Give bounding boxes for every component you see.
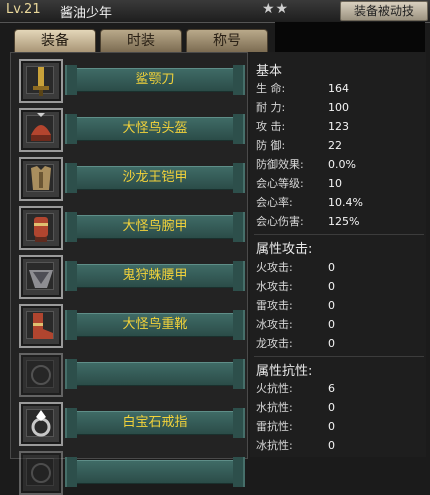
equip-name-waist: 鬼狩蛛腰甲 xyxy=(65,261,245,291)
equip-slot-empty-1[interactable] xyxy=(19,353,63,397)
stat-row: 防 御: 22 xyxy=(256,137,426,155)
boots-icon xyxy=(33,313,53,339)
stat-row: 火攻击: 0 xyxy=(256,259,426,277)
stat-row: 龙攻击: 0 xyxy=(256,335,426,353)
equip-slot-empty-2[interactable] xyxy=(19,451,63,495)
stat-row: 冰攻击: 0 xyxy=(256,316,426,334)
equip-slot-arms[interactable] xyxy=(19,206,63,250)
stats-panel: 基本 生 命: 164 耐 力: 100 攻 击: 123 防 御: 22 防御… xyxy=(250,52,426,457)
stat-label: 火攻击: xyxy=(256,261,293,274)
stat-label: 水抗性: xyxy=(256,401,293,414)
stat-row: 雷抗性: 0 xyxy=(256,418,426,436)
stat-value: 0 xyxy=(328,401,335,414)
equip-name-chest: 沙龙王铠甲 xyxy=(65,163,245,193)
stat-row: 水攻击: 0 xyxy=(256,278,426,296)
stat-value: 100 xyxy=(328,101,349,114)
stat-label: 攻 击: xyxy=(256,120,286,133)
passive-skill-button[interactable]: 装备被动技 xyxy=(340,1,428,21)
stat-row: 水抗性: 0 xyxy=(256,399,426,417)
stat-row: 会心等级: 10 xyxy=(256,175,426,193)
equip-name-empty-1 xyxy=(65,359,245,389)
equip-name-empty-2 xyxy=(65,457,245,487)
divider xyxy=(254,234,424,235)
armor-icon xyxy=(31,166,51,190)
stat-value: 10 xyxy=(328,177,342,190)
star-rating-icon: ★★ xyxy=(262,1,290,17)
stat-row: 冰抗性: 0 xyxy=(256,437,426,455)
helmet-icon xyxy=(31,113,51,141)
attack-stats-title: 属性攻击: xyxy=(256,242,313,257)
stat-label: 耐 力: xyxy=(256,101,286,114)
player-level: Lv.21 xyxy=(6,2,41,17)
stat-label: 会心率: xyxy=(256,196,293,209)
waist-icon xyxy=(29,270,53,288)
equip-slot-chest[interactable] xyxy=(19,157,63,201)
stat-value: 0.0% xyxy=(328,158,356,171)
gauntlet-icon xyxy=(34,217,48,242)
top-bar: Lv.21 酱油少年 ★★ 装备被动技 xyxy=(0,0,430,23)
stat-label: 会心伤害: xyxy=(256,215,304,228)
equip-slot-head[interactable] xyxy=(19,108,63,152)
stat-value: 10.4% xyxy=(328,196,363,209)
stat-label: 防 御: xyxy=(256,139,286,152)
stat-label: 雷攻击: xyxy=(256,299,293,312)
stat-label: 生 命: xyxy=(256,82,286,95)
resist-stats-title: 属性抗性: xyxy=(256,364,313,379)
stat-value: 0 xyxy=(328,261,335,274)
stat-row: 防御效果: 0.0% xyxy=(256,156,426,174)
stat-row: 会心伤害: 125% xyxy=(256,213,426,231)
stat-value: 0 xyxy=(328,318,335,331)
equipment-panel: 鲨颚刀 大怪鸟头盔 沙龙王铠甲 大怪鸟腕甲 鬼狩蛛腰甲 大怪鸟重靴 白宝石戒指 xyxy=(10,52,248,495)
stat-label: 火抗性: xyxy=(256,382,293,395)
stat-value: 6 xyxy=(328,382,335,395)
stat-value: 22 xyxy=(328,139,342,152)
stat-value: 0 xyxy=(328,439,335,452)
basic-stats-title: 基本 xyxy=(256,64,283,79)
empty-slot-icon xyxy=(31,365,51,385)
stat-row: 火抗性: 6 xyxy=(256,380,426,398)
stat-row: 会心率: 10.4% xyxy=(256,194,426,212)
equip-name-arms: 大怪鸟腕甲 xyxy=(65,212,245,242)
stat-row: 攻 击: 123 xyxy=(256,118,426,136)
stat-label: 龙攻击: xyxy=(256,337,293,350)
stat-value: 123 xyxy=(328,120,349,133)
ring-icon xyxy=(31,410,51,437)
player-name: 酱油少年 xyxy=(60,6,113,21)
stat-label: 水攻击: xyxy=(256,280,293,293)
equip-slot-ring[interactable] xyxy=(19,402,63,446)
equip-slot-legs[interactable] xyxy=(19,304,63,348)
stat-label: 冰攻击: xyxy=(256,318,293,331)
stat-row: 耐 力: 100 xyxy=(256,99,426,117)
equip-name-legs: 大怪鸟重靴 xyxy=(65,310,245,340)
tab-title[interactable]: 称号 xyxy=(186,29,268,52)
sword-icon xyxy=(33,67,49,96)
stat-row: 生 命: 164 xyxy=(256,80,426,98)
stat-label: 会心等级: xyxy=(256,177,304,190)
equip-name-weapon: 鲨颚刀 xyxy=(65,65,245,95)
equip-name-head: 大怪鸟头盔 xyxy=(65,114,245,144)
equip-name-ring: 白宝石戒指 xyxy=(65,408,245,438)
stat-label: 冰抗性: xyxy=(256,439,293,452)
empty-slot-icon xyxy=(31,463,51,483)
stat-row: 雷攻击: 0 xyxy=(256,297,426,315)
stat-value: 0 xyxy=(328,337,335,350)
stat-value: 125% xyxy=(328,215,360,228)
equip-slot-weapon[interactable] xyxy=(19,59,63,103)
tab-equipment[interactable]: 装备 xyxy=(14,29,96,52)
tab-fashion[interactable]: 时装 xyxy=(100,29,182,52)
stat-label: 雷抗性: xyxy=(256,420,293,433)
stat-value: 164 xyxy=(328,82,349,95)
equip-slot-waist[interactable] xyxy=(19,255,63,299)
stat-value: 0 xyxy=(328,280,335,293)
stat-label: 防御效果: xyxy=(256,158,304,171)
divider xyxy=(254,356,424,357)
stat-value: 0 xyxy=(328,299,335,312)
stat-value: 0 xyxy=(328,420,335,433)
